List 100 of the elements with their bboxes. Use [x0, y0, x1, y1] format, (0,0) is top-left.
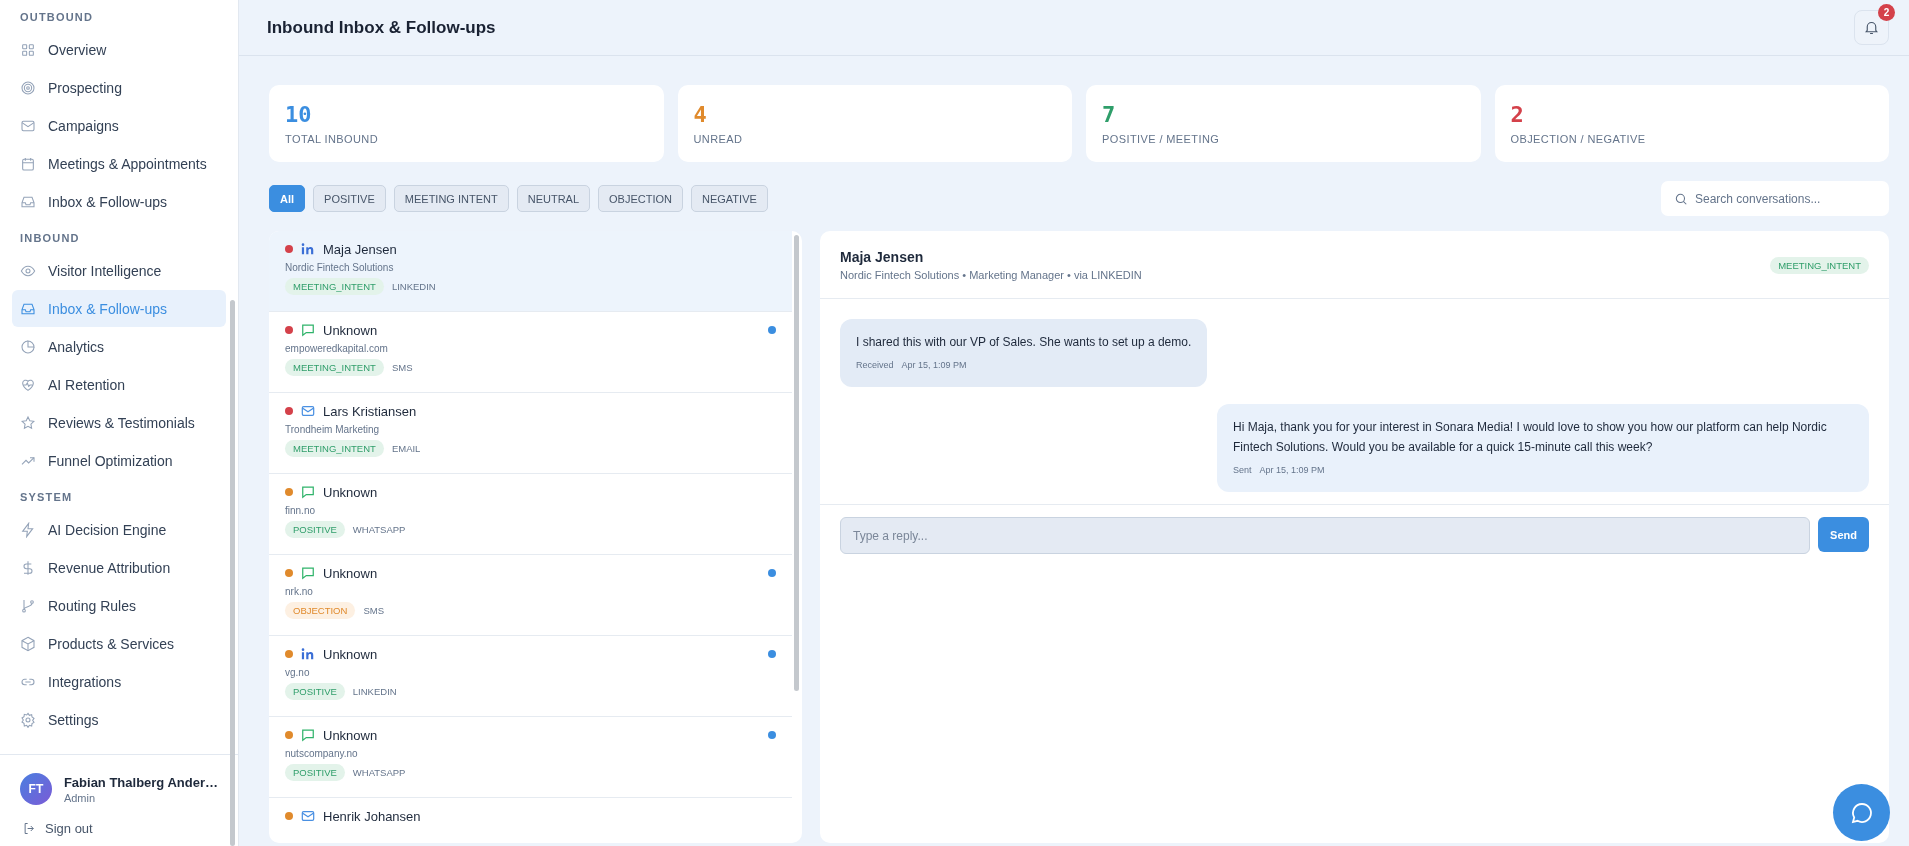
sign-out-icon — [22, 821, 37, 836]
intent-tag: POSITIVE — [285, 764, 345, 781]
nav-item[interactable]: Inbox & Follow-ups — [12, 183, 226, 220]
filter-chip[interactable]: NEUTRAL — [516, 185, 591, 212]
filter-chip[interactable]: POSITIVE — [313, 185, 386, 212]
conversation-item[interactable]: Unknown empoweredkapital.com MEETING_INTENT SMS — [269, 312, 792, 393]
stat-label: TOTAL INBOUND — [285, 133, 379, 145]
stat-label: POSITIVE / MEETING — [1102, 133, 1221, 145]
nav-item[interactable]: Overview — [12, 31, 226, 68]
intent-tag: MEETING_INTENT — [285, 359, 384, 376]
contact-name: Maja Jensen — [323, 241, 398, 257]
contact-company: finn.no — [285, 505, 317, 516]
pie-chart-icon — [20, 338, 36, 355]
stat-value: 7 — [1102, 102, 1117, 127]
nav-item[interactable]: Visitor Intelligence — [12, 252, 226, 289]
nav-item[interactable]: Revenue Attribution — [12, 549, 226, 586]
branch-icon — [20, 597, 36, 614]
conversation-item[interactable]: Unknown vg.no POSITIVE LINKEDIN — [269, 636, 792, 717]
channel-label: WHATSAPP — [352, 767, 406, 778]
reply-field[interactable]: Type a reply... — [840, 517, 1811, 554]
contact-company: Trondheim Marketing — [285, 424, 381, 435]
contact-name: Unknown — [323, 727, 379, 743]
contact-company: empoweredkapital.com — [285, 343, 389, 354]
scrollbar[interactable] — [230, 300, 235, 846]
nav-item[interactable]: AI Decision Engine — [12, 511, 226, 548]
envelope-icon — [301, 809, 315, 823]
chat-bubble-icon — [301, 728, 315, 742]
contact-company: vg.no — [285, 667, 311, 678]
stat-value: 4 — [693, 102, 708, 127]
intent-tag: MEETING_INTENT — [285, 278, 384, 295]
channel-label: SMS — [391, 362, 413, 373]
notifications-button[interactable] — [1854, 10, 1889, 45]
nav-item[interactable]: Campaigns — [12, 107, 226, 144]
nav-item[interactable]: Products & Services — [12, 625, 226, 662]
channel-label: LINKEDIN — [391, 281, 436, 292]
channel-label: EMAIL — [391, 443, 421, 454]
user-name: Fabian Thalberg Ander… — [63, 774, 218, 790]
message-status: Sent — [1233, 464, 1252, 477]
intent-tag: POSITIVE — [285, 683, 345, 700]
nav-item[interactable]: Routing Rules — [12, 587, 226, 624]
message-text: Hi Maja, thank you for your interest in Sonara Media! I would love to show you how our platform can help Nordic Fintech Solutions. Would you be available for a quick 15-minute call this week? — [1233, 419, 1828, 456]
sign-out-button[interactable]: Sign out — [0, 815, 238, 846]
nav-item[interactable]: AI Retention — [12, 366, 226, 403]
contact-details: Nordic Fintech Solutions • Marketing Manager • via LINKEDIN — [840, 269, 1142, 281]
nav-item[interactable]: Settings — [12, 701, 226, 738]
stat-value: 2 — [1510, 102, 1525, 127]
stat-label: OBJECTION / NEGATIVE — [1510, 133, 1647, 145]
bell-icon — [1863, 19, 1880, 36]
filter-chip[interactable]: NEGATIVE — [691, 185, 768, 212]
filter-chip[interactable]: OBJECTION — [598, 185, 683, 212]
nav-item[interactable]: Meetings & Appointments — [12, 145, 226, 182]
intent-tag: OBJECTION — [285, 602, 356, 619]
lightning-icon — [20, 521, 36, 538]
nav-item[interactable]: Funnel Optimization — [12, 442, 226, 479]
grid-icon — [20, 41, 36, 58]
linkedin-icon — [301, 647, 315, 661]
nav-item[interactable]: Reviews & Testimonials — [12, 404, 226, 441]
section-heading: INBOUND — [19, 231, 81, 246]
conversation-item[interactable]: Maja Jensen Nordic Fintech Solutions MEETING_INTENT LINKEDIN — [269, 231, 792, 312]
channel-label: WHATSAPP — [352, 524, 406, 535]
contact-name: Unknown — [323, 322, 379, 338]
notification-badge: 2 — [1878, 4, 1895, 21]
channel-label: SMS — [363, 605, 384, 616]
contact-company: nutscompany.no — [285, 748, 359, 759]
settings-icon — [20, 711, 36, 728]
message-status: Received — [856, 359, 894, 372]
scrollbar[interactable] — [794, 235, 799, 691]
star-icon — [20, 414, 36, 431]
cube-icon — [20, 635, 36, 652]
conversation-item[interactable]: Lars Kristiansen Trondheim Marketing MEETING_INTENT EMAIL — [269, 393, 792, 474]
envelope-icon — [301, 404, 315, 418]
conversation-item[interactable]: Henrik Johansen — [269, 798, 792, 843]
conversation-item[interactable]: Unknown finn.no POSITIVE WHATSAPP — [269, 474, 792, 555]
dollar-icon — [20, 559, 36, 576]
intent-tag: POSITIVE — [285, 521, 345, 538]
chat-bubble-icon — [1849, 800, 1874, 825]
nav-item[interactable]: Analytics — [12, 328, 226, 365]
message-text: I shared this with our VP of Sales. She wants to set up a demo. — [856, 334, 1192, 351]
chat-bubble-icon — [301, 485, 315, 499]
nav-item[interactable]: Integrations — [12, 663, 226, 700]
intent-tag: MEETING_INTENT — [285, 440, 384, 457]
contact-name: Unknown — [323, 565, 379, 581]
contact-name: Maja Jensen — [840, 249, 925, 265]
stat-label: UNREAD — [693, 133, 744, 145]
page-title: Inbound Inbox & Follow-ups — [267, 17, 496, 38]
contact-name: Lars Kristiansen — [323, 403, 418, 419]
search-icon — [1674, 192, 1688, 206]
user-role: Admin — [63, 791, 97, 804]
message-time: Apr 15, 1:09 PM — [1259, 464, 1325, 477]
search-field[interactable]: Search conversations... — [1661, 181, 1889, 216]
conversation-item[interactable]: Unknown nrk.no OBJECTION SMS — [269, 555, 792, 636]
calendar-icon — [20, 155, 36, 172]
filter-chip[interactable]: MEETING INTENT — [393, 185, 509, 212]
contact-name: Unknown — [323, 484, 379, 500]
conversation-item[interactable]: Unknown nutscompany.no POSITIVE WHATSAPP — [269, 717, 792, 798]
intent-tag: MEETING_INTENT — [1770, 256, 1869, 274]
message-time: Apr 15, 1:09 PM — [901, 359, 967, 372]
target-icon — [20, 79, 36, 96]
nav-item[interactable]: Prospecting — [12, 69, 226, 106]
avatar: FT — [20, 773, 52, 805]
